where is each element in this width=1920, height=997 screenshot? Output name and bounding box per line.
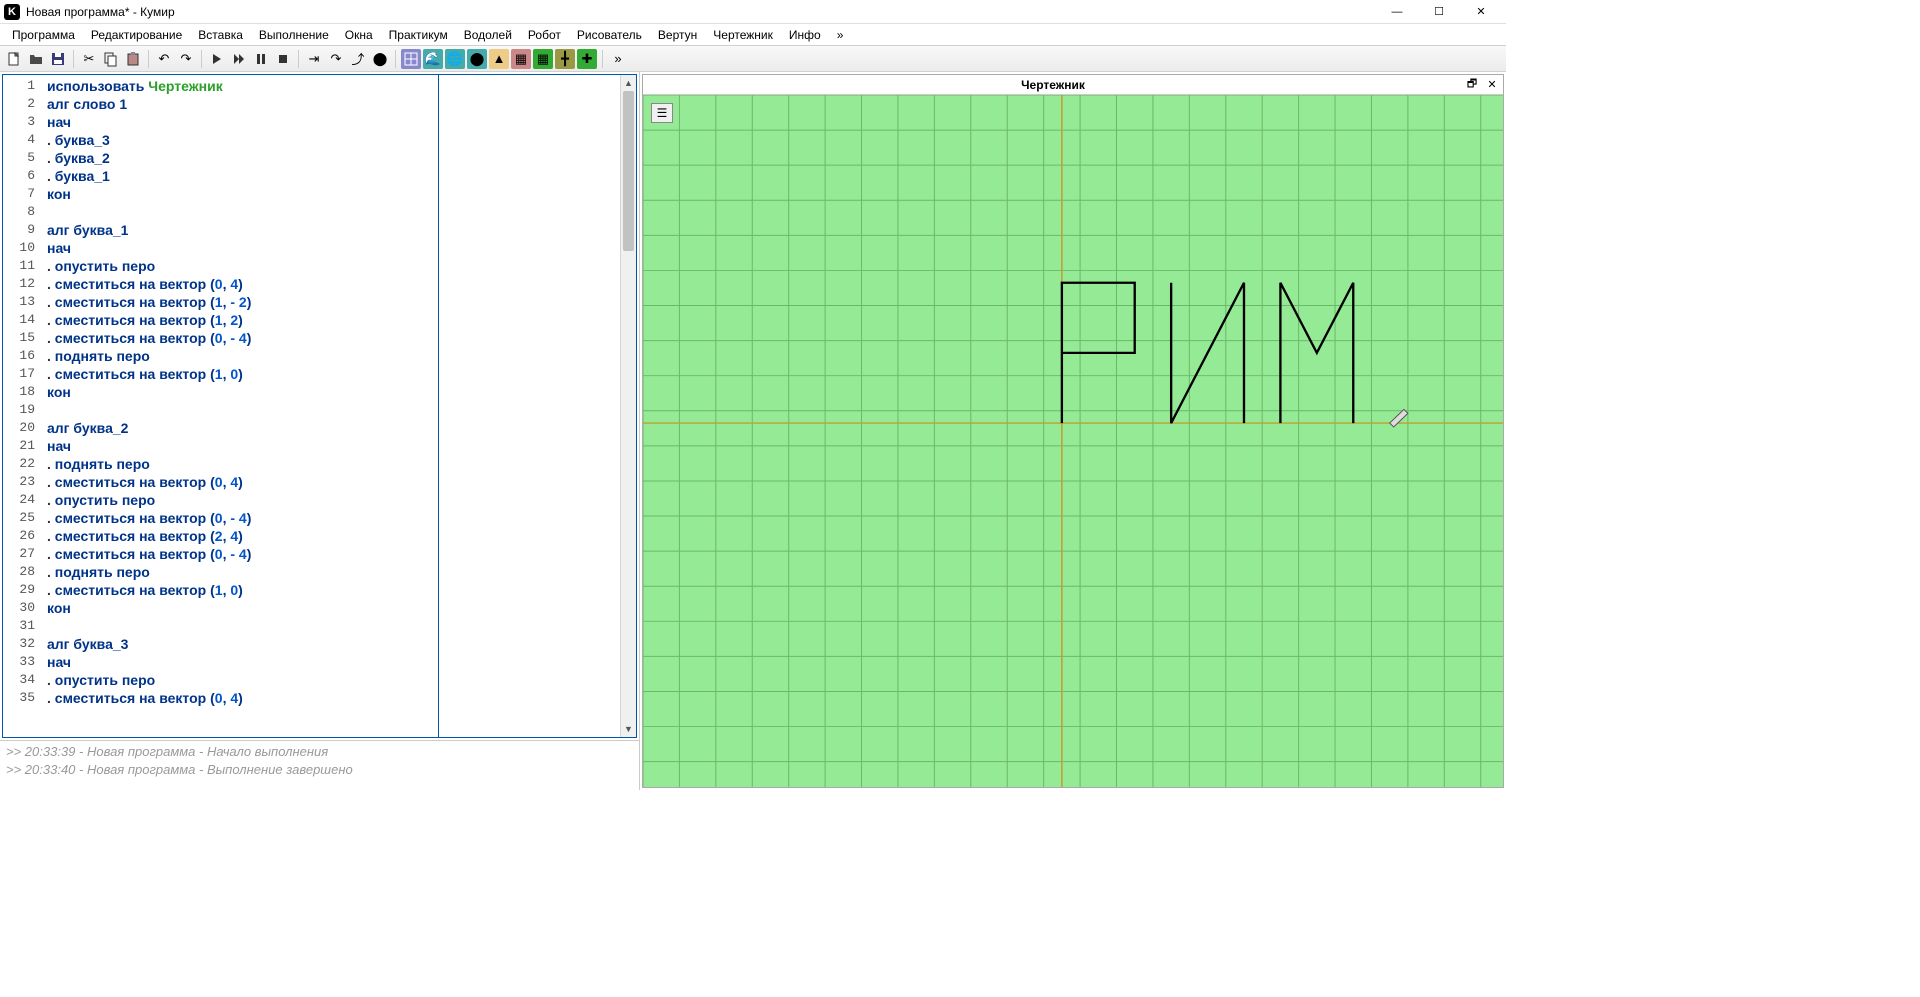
editor-split[interactable]: [438, 75, 439, 737]
scroll-thumb[interactable]: [623, 91, 634, 251]
actor-4-icon[interactable]: ⬤: [467, 49, 487, 69]
menu-item-9[interactable]: Вертун: [652, 26, 703, 44]
actor-8-icon[interactable]: ╋: [555, 49, 575, 69]
new-file-icon[interactable]: [4, 49, 24, 69]
toolbar: ✂ ↶ ↷ ⇥ ↷ ⤴ ⬤ 🌊 🌐 ⬤ ▲ ▦ ▦ ╋ ✚ »: [0, 46, 1506, 72]
menu-item-2[interactable]: Вставка: [192, 26, 249, 44]
menu-item-5[interactable]: Практикум: [383, 26, 454, 44]
redo-icon[interactable]: ↷: [176, 49, 196, 69]
menu-item-10[interactable]: Чертежник: [707, 26, 779, 44]
draw-panel-titlebar: Чертежник 🗗 ✕: [643, 75, 1503, 95]
canvas-menu-icon[interactable]: ☰: [651, 103, 673, 123]
titlebar: K Новая программа* - Кумир — ☐ ✕: [0, 0, 1506, 24]
actor-5-icon[interactable]: ▲: [489, 49, 509, 69]
menu-item-1[interactable]: Редактирование: [85, 26, 188, 44]
draw-panel-restore-icon[interactable]: 🗗: [1463, 77, 1481, 93]
run-step-icon[interactable]: [229, 49, 249, 69]
copy-icon[interactable]: [101, 49, 121, 69]
scroll-track[interactable]: [621, 91, 636, 721]
save-file-icon[interactable]: [48, 49, 68, 69]
undo-icon[interactable]: ↶: [154, 49, 174, 69]
scroll-up-icon[interactable]: ▲: [621, 75, 636, 91]
actor-2-icon[interactable]: 🌊: [423, 49, 443, 69]
editor[interactable]: 1234567891011121314151617181920212223242…: [2, 74, 637, 738]
console-output: >> 20:33:39 - Новая программа - Начало в…: [0, 740, 639, 790]
step-over-icon[interactable]: ↷: [326, 49, 346, 69]
code-area[interactable]: использовать Чертежникалг слово 1нач. бу…: [43, 75, 620, 737]
left-pane: 1234567891011121314151617181920212223242…: [0, 72, 640, 790]
step-out-icon[interactable]: ⤴: [348, 49, 368, 69]
draw-panel-close-icon[interactable]: ✕: [1483, 77, 1501, 93]
menu-item-6[interactable]: Водолей: [458, 26, 518, 44]
cut-icon[interactable]: ✂: [79, 49, 99, 69]
menu-item-7[interactable]: Робот: [522, 26, 567, 44]
editor-scrollbar[interactable]: ▲ ▼: [620, 75, 636, 737]
actor-3-icon[interactable]: 🌐: [445, 49, 465, 69]
pause-icon[interactable]: [251, 49, 271, 69]
actor-9-icon[interactable]: ✚: [577, 49, 597, 69]
close-button[interactable]: ✕: [1468, 2, 1494, 22]
open-file-icon[interactable]: [26, 49, 46, 69]
draw-panel: Чертежник 🗗 ✕ ☰: [642, 74, 1504, 788]
window-buttons: — ☐ ✕: [1384, 2, 1502, 22]
menu-item-4[interactable]: Окна: [339, 26, 379, 44]
drawing-canvas[interactable]: ☰: [643, 95, 1503, 787]
run-icon[interactable]: [207, 49, 227, 69]
app-icon: K: [4, 4, 20, 20]
scroll-down-icon[interactable]: ▼: [621, 721, 636, 737]
maximize-button[interactable]: ☐: [1426, 2, 1452, 22]
line-gutter: 1234567891011121314151617181920212223242…: [3, 75, 43, 737]
draw-panel-title: Чертежник: [643, 78, 1463, 92]
minimize-button[interactable]: —: [1384, 2, 1410, 22]
menu-item-8[interactable]: Рисователь: [571, 26, 648, 44]
menu-item-3[interactable]: Выполнение: [253, 26, 335, 44]
stop-icon[interactable]: [273, 49, 293, 69]
actor-6-icon[interactable]: ▦: [511, 49, 531, 69]
window-title: Новая программа* - Кумир: [26, 5, 1384, 19]
actor-1-icon[interactable]: [401, 49, 421, 69]
paste-icon[interactable]: [123, 49, 143, 69]
menu-item-11[interactable]: Инфо: [783, 26, 827, 44]
actor-7-icon[interactable]: ▦: [533, 49, 553, 69]
menu-item-0[interactable]: Программа: [6, 26, 81, 44]
menu-item-12[interactable]: »: [831, 26, 850, 44]
breakpoint-icon[interactable]: ⬤: [370, 49, 390, 69]
step-into-icon[interactable]: ⇥: [304, 49, 324, 69]
menubar: ПрограммаРедактированиеВставкаВыполнение…: [0, 24, 1506, 46]
toolbar-more-icon[interactable]: »: [608, 49, 628, 69]
